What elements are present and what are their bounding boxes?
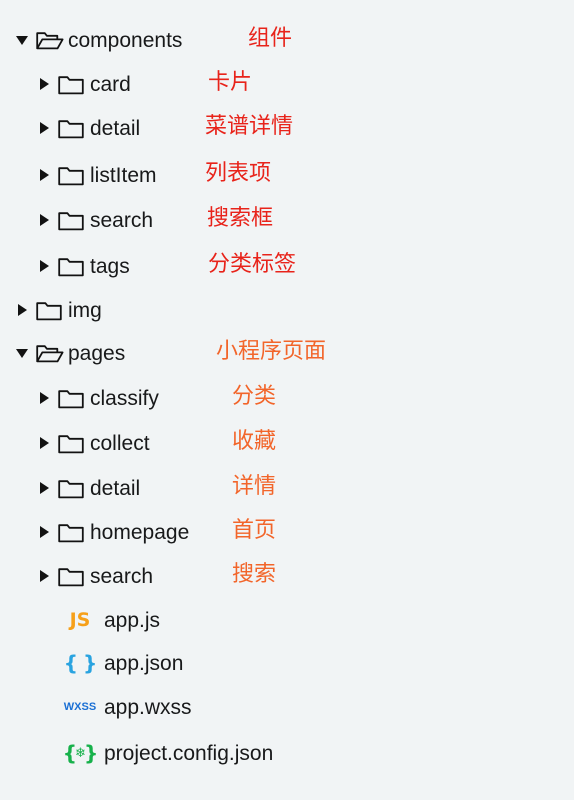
tree-folder-classify[interactable]: classify: [0, 380, 159, 416]
annotation-label: 卡片: [208, 70, 253, 95]
chevron-right-icon[interactable]: [36, 202, 58, 238]
file-explorer-tree: components 组件 card 卡片 detail 菜谱详情 listItem 列表项 s…: [0, 0, 574, 800]
folder-closed-icon: [58, 202, 88, 238]
chevron-down-icon[interactable]: [14, 22, 36, 58]
chevron-right-icon[interactable]: [36, 470, 58, 506]
config-file-icon: {❄}: [62, 741, 98, 765]
folder-open-icon: [36, 335, 66, 371]
chevron-right-icon[interactable]: [36, 157, 58, 193]
tree-file-app-js[interactable]: JS app.js: [0, 602, 160, 638]
folder-closed-icon: [58, 425, 88, 461]
folder-closed-icon: [58, 470, 88, 506]
tree-item-label: card: [90, 72, 131, 96]
chevron-right-icon[interactable]: [36, 380, 58, 416]
chevron-right-icon[interactable]: [36, 558, 58, 594]
annotation-label: 小程序页面: [216, 339, 327, 364]
annotation-label: 组件: [248, 26, 293, 51]
tree-item-label: pages: [68, 341, 126, 365]
tree-folder-img[interactable]: img: [0, 292, 102, 328]
chevron-right-icon[interactable]: [36, 514, 58, 550]
tree-item-label: img: [68, 298, 102, 322]
tree-item-label: tags: [90, 254, 130, 278]
folder-closed-icon: [58, 248, 88, 284]
tree-item-label: app.json: [104, 651, 184, 675]
annotation-label: 菜谱详情: [205, 114, 294, 139]
js-file-icon: JS: [69, 609, 91, 631]
tree-item-label: project.config.json: [104, 741, 274, 765]
tree-folder-tags[interactable]: tags: [0, 248, 130, 284]
tree-folder-search[interactable]: search: [0, 202, 153, 238]
annotation-label: 搜索: [232, 562, 277, 587]
tree-item-label: collect: [90, 431, 150, 455]
chevron-right-icon[interactable]: [36, 248, 58, 284]
tree-file-project-config-json[interactable]: {❄} project.config.json: [0, 735, 273, 771]
tree-folder-detail[interactable]: detail: [0, 110, 140, 146]
annotation-label: 详情: [232, 474, 277, 499]
annotation-label: 首页: [232, 518, 277, 543]
json-file-icon: { }: [63, 651, 97, 675]
chevron-right-icon[interactable]: [14, 292, 36, 328]
tree-folder-homepage[interactable]: homepage: [0, 514, 189, 550]
tree-item-label: classify: [90, 386, 159, 410]
tree-folder-pages[interactable]: pages: [0, 335, 125, 371]
annotation-label: 分类标签: [208, 252, 297, 277]
tree-item-label: app.wxss: [104, 695, 192, 719]
tree-item-label: app.js: [104, 608, 161, 632]
folder-closed-icon: [58, 558, 88, 594]
tree-file-app-json[interactable]: { } app.json: [0, 645, 184, 681]
folder-closed-icon: [58, 514, 88, 550]
tree-item-label: detail: [90, 476, 141, 500]
tree-folder-components[interactable]: components: [0, 22, 182, 58]
folder-closed-icon: [58, 66, 88, 102]
chevron-right-icon[interactable]: [36, 425, 58, 461]
tree-folder-search[interactable]: search: [0, 558, 153, 594]
folder-closed-icon: [58, 157, 88, 193]
tree-item-label: detail: [90, 116, 141, 140]
tree-folder-card[interactable]: card: [0, 66, 131, 102]
tree-item-label: homepage: [90, 520, 190, 544]
tree-folder-collect[interactable]: collect: [0, 425, 150, 461]
annotation-label: 搜索框: [207, 206, 274, 231]
wxss-file-icon: WXSS: [63, 701, 97, 713]
tree-item-label: search: [90, 564, 154, 588]
tree-item-label: components: [68, 28, 183, 52]
annotation-label: 收藏: [232, 429, 277, 454]
chevron-right-icon[interactable]: [36, 66, 58, 102]
annotation-label: 列表项: [205, 161, 272, 186]
chevron-right-icon[interactable]: [36, 110, 58, 146]
tree-file-app-wxss[interactable]: WXSS app.wxss: [0, 689, 192, 725]
folder-closed-icon: [58, 110, 88, 146]
folder-open-icon: [36, 22, 66, 58]
tree-item-label: listItem: [90, 163, 157, 187]
tree-item-label: search: [90, 208, 154, 232]
chevron-down-icon[interactable]: [14, 335, 36, 371]
annotation-label: 分类: [232, 384, 277, 409]
tree-folder-listitem[interactable]: listItem: [0, 157, 157, 193]
folder-closed-icon: [36, 292, 66, 328]
folder-closed-icon: [58, 380, 88, 416]
tree-folder-detail[interactable]: detail: [0, 470, 140, 506]
